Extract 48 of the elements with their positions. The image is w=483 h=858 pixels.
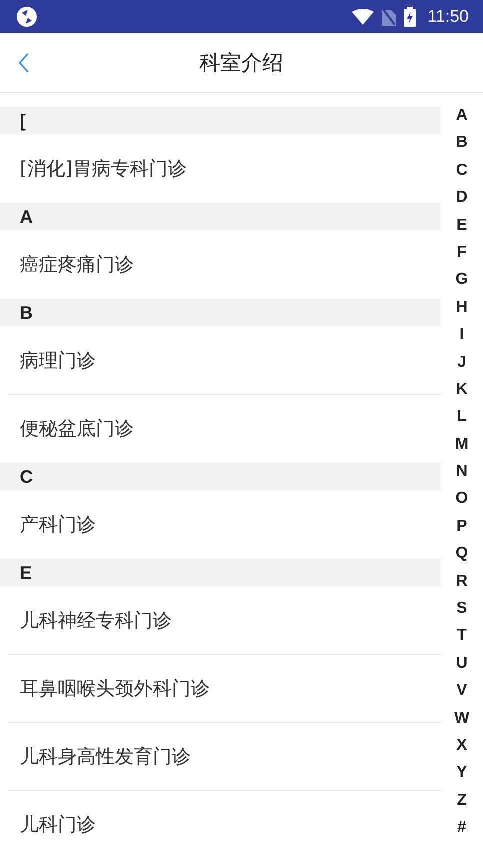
- index-letter[interactable]: R: [456, 572, 468, 600]
- section-header: C: [0, 463, 441, 491]
- index-letter[interactable]: U: [456, 654, 468, 682]
- index-letter[interactable]: P: [456, 518, 468, 546]
- index-letter[interactable]: #: [458, 819, 466, 847]
- index-letter[interactable]: A: [456, 107, 468, 134]
- back-icon[interactable]: [18, 53, 30, 73]
- index-letter[interactable]: J: [458, 354, 466, 381]
- index-letter[interactable]: W: [454, 710, 470, 737]
- index-letter[interactable]: E: [456, 216, 468, 244]
- index-letter[interactable]: I: [460, 326, 464, 354]
- section-header: B: [0, 299, 441, 327]
- page-title: 科室介绍: [200, 50, 284, 76]
- department-item[interactable]: 儿科神经专科门诊: [8, 587, 441, 655]
- index-letter[interactable]: S: [456, 600, 468, 628]
- index-letter[interactable]: F: [457, 244, 467, 272]
- index-letter[interactable]: K: [456, 380, 468, 408]
- index-letter[interactable]: G: [456, 271, 468, 299]
- index-letter[interactable]: N: [456, 463, 468, 490]
- department-item[interactable]: 耳鼻咽喉头颈外科门诊: [8, 655, 441, 723]
- section-header: E: [0, 559, 441, 587]
- index-letter[interactable]: C: [456, 162, 468, 190]
- wifi-icon: [352, 8, 374, 24]
- index-letter[interactable]: Y: [456, 764, 468, 792]
- department-item[interactable]: 儿科身高性发育门诊: [8, 723, 441, 791]
- index-letter[interactable]: D: [456, 189, 468, 217]
- department-item[interactable]: 产科门诊: [8, 491, 441, 559]
- index-letter[interactable]: B: [456, 134, 468, 162]
- department-item[interactable]: [消化]胃病专科门诊: [8, 135, 441, 203]
- department-item[interactable]: 便秘盆底门诊: [8, 395, 441, 463]
- index-letter[interactable]: L: [457, 408, 467, 436]
- section-header: [: [0, 107, 441, 135]
- index-letter[interactable]: X: [456, 736, 468, 764]
- index-letter[interactable]: Z: [457, 792, 467, 820]
- index-letter[interactable]: O: [456, 490, 468, 518]
- department-item[interactable]: 儿科门诊: [8, 791, 441, 858]
- index-letter[interactable]: H: [456, 298, 468, 326]
- index-letter[interactable]: Q: [456, 545, 468, 573]
- section-header: A: [0, 203, 441, 231]
- index-letter[interactable]: T: [457, 627, 467, 655]
- index-letter[interactable]: M: [455, 436, 469, 464]
- index-letter[interactable]: V: [456, 682, 468, 710]
- battery-charging-icon: [404, 6, 416, 26]
- clock-time: 11:50: [428, 6, 469, 26]
- department-item[interactable]: 病理门诊: [8, 327, 441, 395]
- no-sim-icon: [382, 8, 396, 26]
- department-item[interactable]: 癌症疼痛门诊: [8, 231, 441, 299]
- app-logo-icon: [16, 6, 38, 28]
